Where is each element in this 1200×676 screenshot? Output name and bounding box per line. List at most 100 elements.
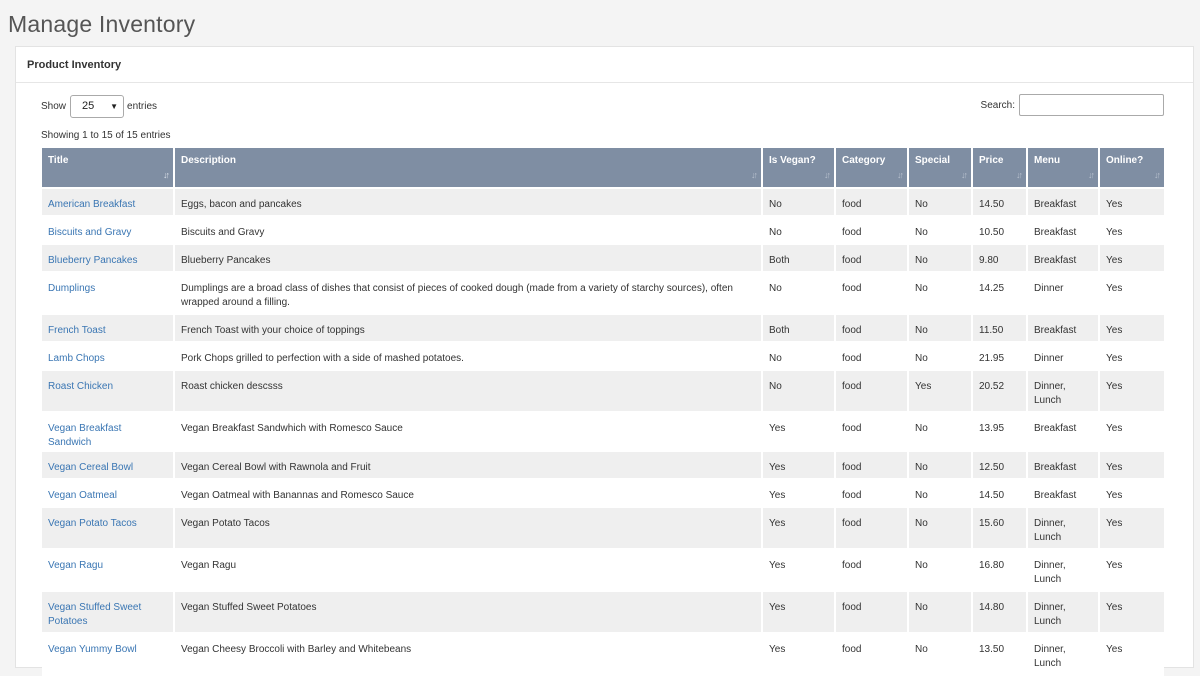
online-cell: Yes [1100,371,1164,413]
vegan-cell: No [763,189,836,217]
table-row: Vegan Breakfast Sandwich Vegan Breakfast… [42,413,1164,452]
inventory-panel: Product Inventory Show 25 ▼ entries Sear… [15,46,1194,676]
vegan-cell: No [763,343,836,371]
description-cell: Blueberry Pancakes [175,245,763,273]
product-title-link[interactable]: Vegan Oatmeal [48,490,117,501]
category-cell: food [836,315,909,343]
price-cell: 14.50 [973,189,1028,217]
online-cell: Yes [1100,480,1164,508]
column-header-menu[interactable]: Menu ↓↑ [1028,148,1100,189]
category-cell: food [836,550,909,592]
menu-cell: Breakfast [1028,245,1100,273]
column-header-title[interactable]: Title ↓↑ [42,148,175,189]
product-title-link[interactable]: American Breakfast [48,199,135,210]
price-cell: 9.80 [973,245,1028,273]
product-title-link[interactable]: Roast Chicken [48,381,113,392]
category-cell: food [836,592,909,634]
price-cell: 21.95 [973,343,1028,371]
description-cell: Vegan Potato Tacos [175,508,763,550]
menu-cell: Dinner [1028,343,1100,371]
description-cell: Eggs, bacon and pancakes [175,189,763,217]
description-cell: French Toast with your choice of topping… [175,315,763,343]
description-cell: Vegan Cereal Bowl with Rawnola and Fruit [175,452,763,480]
special-cell: No [909,480,973,508]
special-cell: No [909,634,973,676]
price-cell: 11.50 [973,315,1028,343]
table-row: Dumplings Dumplings are a broad class of… [42,273,1164,315]
special-cell: No [909,592,973,634]
category-cell: food [836,508,909,550]
online-cell: Yes [1100,245,1164,273]
product-title-link[interactable]: Vegan Stuffed Sweet Potatoes [48,602,141,627]
sort-both-icon: ↓↑ [824,170,831,180]
online-cell: Yes [1100,343,1164,371]
description-cell: Vegan Ragu [175,550,763,592]
description-cell: Dumplings are a broad class of dishes th… [175,273,763,315]
special-cell: No [909,189,973,217]
product-title-link[interactable]: Lamb Chops [48,353,105,364]
online-cell: Yes [1100,273,1164,315]
product-title-link[interactable]: Vegan Breakfast Sandwich [48,423,121,448]
special-cell: No [909,413,973,452]
vegan-cell: Yes [763,480,836,508]
online-cell: Yes [1100,634,1164,676]
menu-cell: Breakfast [1028,189,1100,217]
menu-cell: Dinner, Lunch [1028,634,1100,676]
category-cell: food [836,413,909,452]
column-header-label: Category [842,155,886,166]
special-cell: No [909,452,973,480]
entries-per-page-select[interactable]: 25 ▼ [70,94,125,118]
price-cell: 20.52 [973,371,1028,413]
menu-cell: Dinner, Lunch [1028,371,1100,413]
vegan-cell: Yes [763,452,836,480]
column-header-category[interactable]: Category ↓↑ [836,148,909,189]
description-cell: Vegan Cheesy Broccoli with Barley and Wh… [175,634,763,676]
search-input[interactable] [1019,94,1164,116]
price-cell: 14.50 [973,480,1028,508]
sort-both-icon: ↓↑ [897,170,904,180]
vegan-cell: Yes [763,413,836,452]
table-row: Vegan Stuffed Sweet Potatoes Vegan Stuff… [42,592,1164,634]
vegan-cell: Yes [763,592,836,634]
column-header-label: Is Vegan? [769,155,816,166]
product-title-link[interactable]: Biscuits and Gravy [48,227,131,238]
column-header-label: Special [915,155,951,166]
table-row: Biscuits and Gravy Biscuits and Gravy No… [42,217,1164,245]
search-label: Search: [980,99,1015,111]
product-title-link[interactable]: Vegan Ragu [48,560,103,571]
column-header-price[interactable]: Price ↓↑ [973,148,1028,189]
menu-cell: Dinner [1028,273,1100,315]
description-cell: Roast chicken descsss [175,371,763,413]
product-title-link[interactable]: Vegan Cereal Bowl [48,462,133,473]
price-cell: 15.60 [973,508,1028,550]
column-header-online[interactable]: Online? ↓↑ [1100,148,1164,189]
table-row: Lamb Chops Pork Chops grilled to perfect… [42,343,1164,371]
product-title-link[interactable]: Blueberry Pancakes [48,255,138,266]
description-cell: Vegan Stuffed Sweet Potatoes [175,592,763,634]
description-cell: Vegan Oatmeal with Banannas and Romesco … [175,480,763,508]
description-cell: Vegan Breakfast Sandwhich with Romesco S… [175,413,763,452]
panel-title: Product Inventory [16,47,1193,83]
sort-both-icon: ↓↑ [751,170,758,180]
category-cell: food [836,273,909,315]
price-cell: 10.50 [973,217,1028,245]
table-row: Vegan Cereal Bowl Vegan Cereal Bowl with… [42,452,1164,480]
online-cell: Yes [1100,592,1164,634]
special-cell: No [909,550,973,592]
sort-ascending-icon: ↓↑ [163,170,170,180]
category-cell: food [836,480,909,508]
product-title-link[interactable]: French Toast [48,325,106,336]
menu-cell: Dinner, Lunch [1028,550,1100,592]
online-cell: Yes [1100,413,1164,452]
column-header-special[interactable]: Special ↓↑ [909,148,973,189]
vegan-cell: Yes [763,634,836,676]
product-title-link[interactable]: Vegan Yummy Bowl [48,644,137,655]
special-cell: Yes [909,371,973,413]
table-row: Blueberry Pancakes Blueberry Pancakes Bo… [42,245,1164,273]
special-cell: No [909,343,973,371]
column-header-vegan[interactable]: Is Vegan? ↓↑ [763,148,836,189]
column-header-description[interactable]: Description ↓↑ [175,148,763,189]
product-title-link[interactable]: Vegan Potato Tacos [48,518,137,529]
product-title-link[interactable]: Dumplings [48,283,95,294]
table-row: Vegan Yummy Bowl Vegan Cheesy Broccoli w… [42,634,1164,676]
